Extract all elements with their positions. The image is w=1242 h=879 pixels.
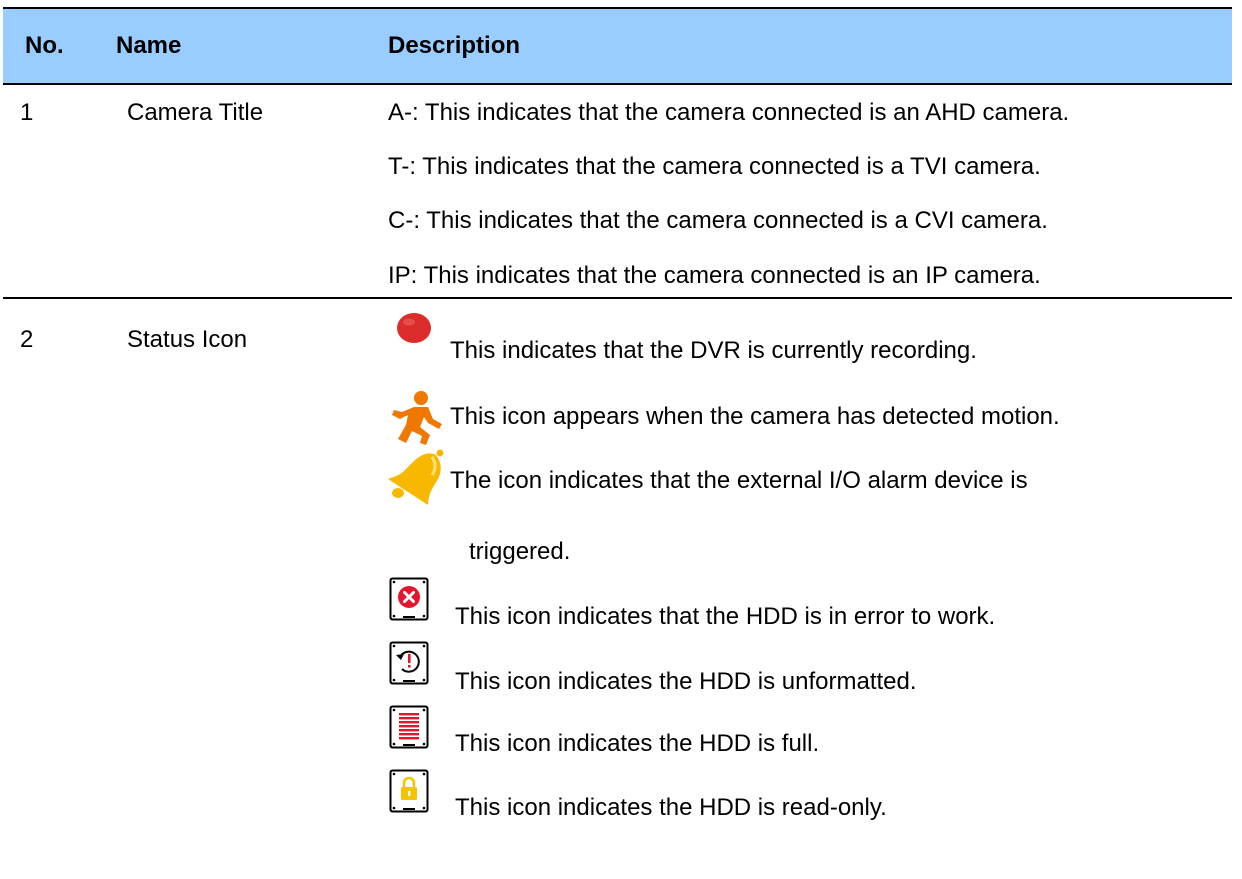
description-line: This icon appears when the camera has de… [450,403,1060,430]
hdd-error-icon [389,577,429,621]
row-name: Status Icon [127,326,248,353]
description-line: This icon indicates the HDD is full. [455,730,820,757]
bell-icon [388,449,444,505]
description-line: C-: This indicates that the camera conne… [388,207,1048,234]
row-number: 2 [20,326,34,353]
hdd-full-icon [389,705,429,749]
row-divider [3,297,1232,299]
record-dot-icon [397,313,431,343]
column-header-name: Name [116,32,182,59]
column-header-description: Description [388,32,521,59]
description-line: A-: This indicates that the camera conne… [388,99,1070,126]
hdd-unformatted-icon [389,641,429,685]
description-line: T-: This indicates that the camera conne… [388,153,1041,180]
description-line: triggered. [469,538,571,565]
row-name: Camera Title [127,99,264,126]
running-person-icon [392,391,442,445]
description-line: The icon indicates that the external I/O… [450,467,1028,494]
status-table: No. Name Description 1 Camera Title A-: … [3,7,1232,873]
description-line: This icon indicates the HDD is unformatt… [455,668,917,695]
description-line: This icon indicates that the HDD is in e… [455,603,996,630]
description-line: This icon indicates the HDD is read-only… [455,794,887,821]
description-line: This indicates that the DVR is currently… [450,337,977,364]
description-line: IP: This indicates that the camera conne… [388,262,1041,289]
column-header-no: No. [25,32,64,59]
hdd-lock-icon [389,769,429,813]
table-header: No. Name Description [3,7,1232,85]
row-number: 1 [20,99,34,126]
